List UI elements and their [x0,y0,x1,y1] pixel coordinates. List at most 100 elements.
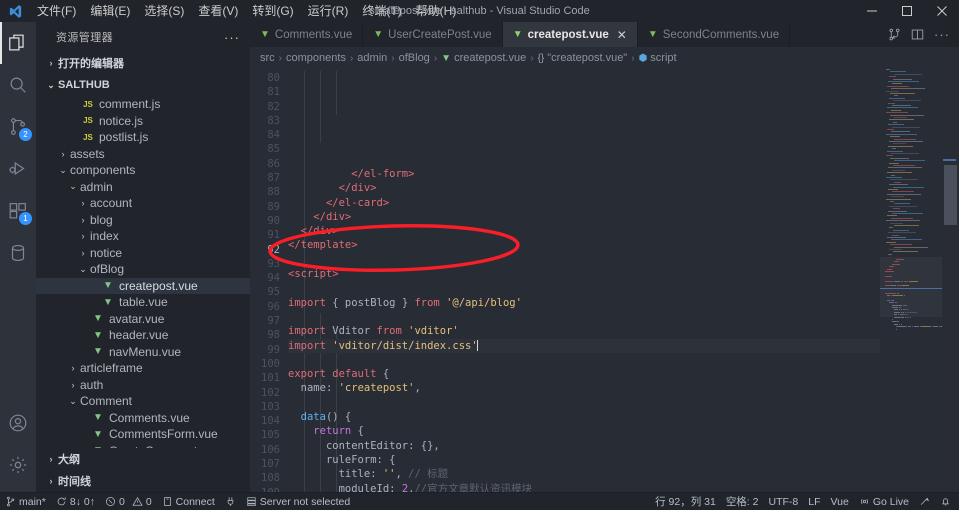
chevron-down-icon[interactable]: ⌄ [56,165,70,176]
code-line[interactable] [288,353,880,367]
tree-item[interactable]: ▼ avatar.vue [36,311,250,328]
code-line[interactable] [288,396,880,410]
indentation[interactable]: 空格: 2 [721,493,764,510]
breadcrumb-item[interactable]: components [286,52,346,64]
tree-item[interactable]: ▼ Comments.vue [36,410,250,427]
section-open-editors[interactable]: › 打开的编辑器 [36,52,250,74]
breadcrumb-item[interactable]: src [260,52,275,64]
split-editor-right-icon[interactable] [911,28,924,41]
chevron-down-icon[interactable]: ⌄ [66,396,80,407]
tree-item[interactable]: ⌄ Comment [36,393,250,410]
code-line[interactable]: title: '', // 标题 [288,467,880,481]
code-line[interactable]: </div> [288,210,880,224]
code-content[interactable]: </el-form> </div> </el-card> </div> </di… [288,69,880,492]
explorer-icon[interactable] [0,22,36,64]
code-line[interactable] [288,253,880,267]
menu-selection[interactable]: 选择(S) [137,0,191,22]
tree-item[interactable]: › auth [36,377,250,394]
section-project-root[interactable]: ⌄ SALTHUB [36,74,250,96]
tree-item[interactable]: › index [36,228,250,245]
breadcrumb-item[interactable]: ofBlog [399,52,430,64]
more-actions-icon[interactable]: ··· [934,27,950,42]
language-mode[interactable]: Vue [826,493,854,510]
breadcrumb[interactable]: src › components › admin › ofBlog › ▼ createpost.… [250,47,959,69]
code-viewport[interactable]: 80 81 82 83 84 85 86 87 88 89 90 91 92 93 94 95 96 97 98 99… [250,69,880,492]
breadcrumb-item[interactable]: admin [357,52,387,64]
code-line[interactable]: </div> [288,224,880,238]
notifications[interactable] [935,493,959,510]
code-line[interactable]: data() { [288,410,880,424]
split-editor-down-icon[interactable] [888,28,901,41]
source-control-icon[interactable]: 2 [0,106,36,148]
tree-item[interactable]: ⌄ ofBlog [36,261,250,278]
sync-status[interactable]: 8↓ 0↑ [51,493,100,510]
menu-go[interactable]: 转到(G) [245,0,300,22]
eol[interactable]: LF [803,493,825,510]
tree-item[interactable]: ⌄ components [36,162,250,179]
chevron-down-icon[interactable]: ⌄ [66,181,80,192]
minimize-button[interactable] [854,0,889,22]
sidebar-more-actions-icon[interactable]: ··· [224,30,240,45]
code-line[interactable]: ruleForm: { [288,453,880,467]
run-debug-icon[interactable] [0,148,36,190]
editor-tab-bar[interactable]: ▼ Comments.vue ▼ UserCreatePost.vue ▼ createp… [250,22,959,47]
database-icon[interactable] [0,232,36,274]
sidebar-section-timeline[interactable]: › 时间线 [36,470,250,492]
code-line[interactable] [288,281,880,295]
code-line[interactable]: <script> [288,267,880,281]
tree-item[interactable]: › blog [36,212,250,229]
tree-item[interactable]: ▼ navMenu.vue [36,344,250,361]
menu-terminal[interactable]: 终端(T) [355,0,408,22]
chevron-right-icon[interactable]: › [66,380,80,390]
settings-gear-icon[interactable] [0,444,36,486]
chevron-right-icon[interactable]: › [76,231,90,241]
chevron-down-icon[interactable]: ⌄ [76,264,90,275]
code-line[interactable]: import 'vditor/dist/index.css' [288,338,880,353]
editor-tab-actions[interactable]: ··· [879,22,959,47]
menu-file[interactable]: 文件(F) [30,0,83,22]
tree-item[interactable]: › account [36,195,250,212]
menu-help[interactable]: 帮助(H) [409,0,464,22]
tree-item[interactable]: ▼ createpost.vue [36,277,250,294]
tree-item[interactable]: › articleframe [36,360,250,377]
tree-item[interactable]: JS comment.js [36,96,250,113]
code-line[interactable]: export default { [288,367,880,381]
tree-item[interactable]: ▼ table.vue [36,294,250,311]
connect-status[interactable]: Connect [157,493,220,510]
prettier-status[interactable] [914,493,935,510]
tree-item[interactable]: › assets [36,146,250,163]
chevron-right-icon[interactable]: › [76,198,90,208]
search-icon[interactable] [0,64,36,106]
encoding[interactable]: UTF-8 [764,493,804,510]
chevron-right-icon[interactable]: › [76,248,90,258]
tree-item[interactable]: ▼ header.vue [36,327,250,344]
editor-tab[interactable]: ▼ UserCreatePost.vue [363,22,503,47]
maximize-button[interactable] [889,0,924,22]
close-button[interactable] [924,0,959,22]
account-icon[interactable] [0,402,36,444]
menu-view[interactable]: 查看(V) [191,0,245,22]
branch-status[interactable]: main* [0,493,51,510]
code-line[interactable]: </el-form> [288,167,880,181]
code-line[interactable]: </div> [288,181,880,195]
file-tree[interactable]: JS comment.js JS notice.js JS postlist.js › ass… [36,96,250,448]
problems-status[interactable]: 0 0 [100,493,157,510]
window-controls[interactable] [854,0,959,22]
tree-item[interactable]: JS postlist.js [36,129,250,146]
go-live[interactable]: Go Live [854,493,914,510]
chevron-right-icon[interactable]: › [76,215,90,225]
editor-tab[interactable]: ▼ createpost.vue ✕ [502,22,638,47]
editor-scrollbar[interactable] [942,69,959,492]
code-line[interactable]: return { [288,424,880,438]
menu-run[interactable]: 运行(R) [301,0,356,22]
code-line[interactable]: </template> [288,238,880,252]
extensions-icon[interactable]: 1 [0,190,36,232]
tree-item[interactable]: ▼CreateComment.vue [36,443,250,448]
chevron-right-icon[interactable]: › [56,149,70,159]
tree-item[interactable]: JS notice.js [36,113,250,130]
tree-item[interactable]: ▼ CommentsForm.vue [36,426,250,443]
breadcrumb-item[interactable]: ▼ createpost.vue [441,52,526,64]
minimap[interactable] [880,69,942,492]
breadcrumb-item[interactable]: {} "createpost.vue" [538,52,628,64]
code-line[interactable]: import { postBlog } from '@/api/blog' [288,296,880,310]
